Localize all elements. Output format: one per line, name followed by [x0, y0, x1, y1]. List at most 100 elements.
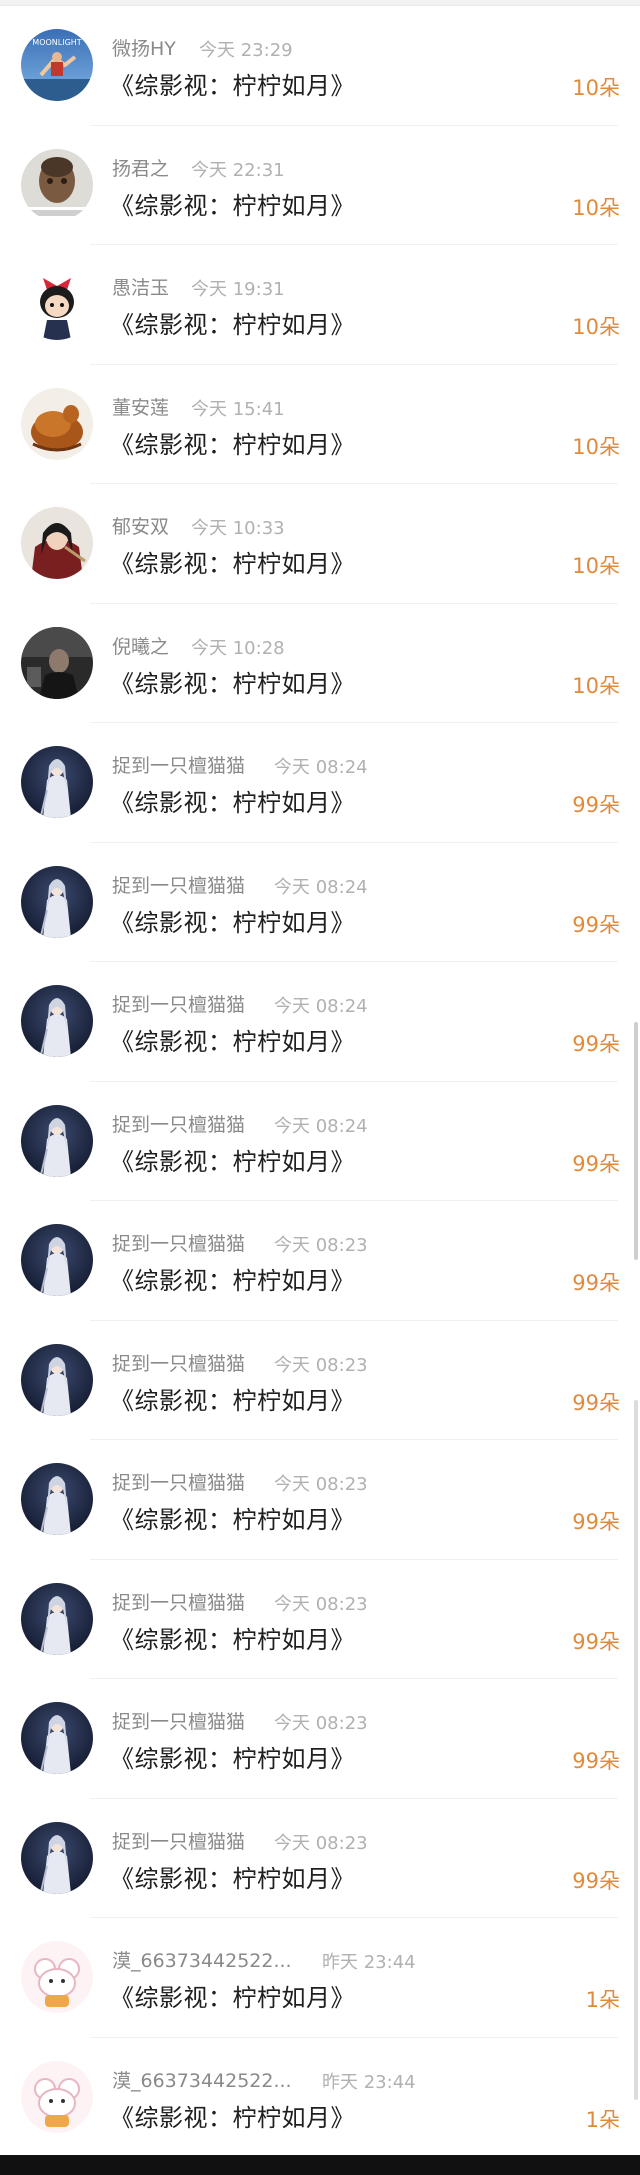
- user-name[interactable]: 捉到一只檀猫猫: [112, 1827, 245, 1854]
- avatar[interactable]: [21, 1582, 93, 1655]
- user-name[interactable]: 漠_66373442522...: [112, 1946, 292, 1973]
- scrollbar-thumb[interactable]: [634, 1022, 638, 1260]
- list-item[interactable]: 郁安双 今天 10:33 《综影视：柠柠如月》 10朵: [0, 484, 640, 604]
- book-title[interactable]: 《综影视：柠柠如月》: [110, 1142, 355, 1177]
- user-name[interactable]: 董安莲: [112, 393, 169, 420]
- white-robe-avatar-icon: [21, 985, 93, 1057]
- scrollbar-track[interactable]: [634, 1400, 638, 2100]
- avatar[interactable]: MOONLIGHT: [21, 29, 93, 101]
- avatar[interactable]: [21, 865, 93, 938]
- avatar[interactable]: [21, 1224, 93, 1296]
- book-title[interactable]: 《综影视：柠柠如月》: [110, 1381, 355, 1416]
- flower-amount: 1朵: [585, 1988, 620, 2012]
- timestamp: 今天 22:31: [191, 159, 285, 181]
- white-robe-avatar-icon: [21, 746, 93, 818]
- avatar[interactable]: [21, 507, 93, 579]
- list-item[interactable]: 漠_66373442522... 昨天 23:44 《综影视：柠柠如月》 1朵: [0, 2038, 640, 2157]
- book-title[interactable]: 《综影视：柠柠如月》: [110, 1739, 355, 1774]
- user-name[interactable]: 捉到一只檀猫猫: [112, 1707, 245, 1734]
- avatar[interactable]: [21, 1463, 93, 1535]
- timestamp: 今天 08:23: [274, 1713, 368, 1734]
- list-item[interactable]: 捉到一只檀猫猫 今天 08:23 《综影视：柠柠如月》 99朵: [0, 1321, 640, 1440]
- user-name[interactable]: 捉到一只檀猫猫: [112, 1110, 245, 1137]
- avatar[interactable]: [21, 626, 93, 699]
- user-name[interactable]: 捉到一只檀猫猫: [112, 1468, 245, 1495]
- timestamp: 今天 10:28: [191, 637, 285, 659]
- avatar[interactable]: [21, 148, 93, 221]
- white-robe-avatar-icon: [21, 1104, 93, 1177]
- avatar[interactable]: [21, 1821, 93, 1894]
- avatar[interactable]: [21, 1104, 93, 1177]
- list-item[interactable]: 扬君之 今天 22:31 《综影视：柠柠如月》 10朵: [0, 126, 640, 245]
- user-name[interactable]: 捉到一只檀猫猫: [112, 1588, 245, 1615]
- list-item[interactable]: 捉到一只檀猫猫 今天 08:24 《综影视：柠柠如月》 99朵: [0, 843, 640, 962]
- avatar[interactable]: [21, 1941, 93, 2013]
- list-item[interactable]: 捉到一只檀猫猫 今天 08:24 《综影视：柠柠如月》 99朵: [0, 962, 640, 1082]
- timestamp: 昨天 23:44: [322, 1952, 416, 1973]
- book-title[interactable]: 《综影视：柠柠如月》: [110, 903, 355, 938]
- timestamp: 今天 15:41: [191, 398, 285, 420]
- flower-amount: 99朵: [572, 1390, 620, 1415]
- timestamp: 今天 08:23: [274, 1832, 368, 1854]
- flower-amount: 99朵: [572, 1032, 620, 1056]
- user-name[interactable]: 愚洁玉: [112, 273, 169, 300]
- avatar[interactable]: [21, 985, 93, 1057]
- book-title[interactable]: 《综影视：柠柠如月》: [110, 186, 355, 221]
- statue-avatar-icon: [21, 148, 93, 221]
- user-name[interactable]: 捉到一只檀猫猫: [112, 1229, 245, 1256]
- white-robe-avatar-icon: [21, 1463, 93, 1535]
- list-item[interactable]: 捉到一只檀猫猫 今天 08:24 《综影视：柠柠如月》 99朵: [0, 1082, 640, 1201]
- flower-amount: 99朵: [572, 1749, 620, 1773]
- book-title[interactable]: 《综影视：柠柠如月》: [110, 1978, 355, 2013]
- list-item[interactable]: 愚洁玉 今天 19:31 《综影视：柠柠如月》 10朵: [0, 245, 640, 365]
- timestamp: 今天 08:24: [274, 757, 368, 778]
- book-title[interactable]: 《综影视：柠柠如月》: [110, 66, 355, 101]
- avatar[interactable]: [21, 2060, 93, 2133]
- white-robe-avatar-icon: [21, 1702, 93, 1774]
- list-item[interactable]: 董安莲 今天 15:41 《综影视：柠柠如月》 10朵: [0, 365, 640, 484]
- user-name[interactable]: 郁安双: [112, 512, 169, 539]
- list-item[interactable]: MOONLIGHT 微扬HY 今天 23:29 《综影视：柠柠如月》 10朵: [0, 6, 640, 126]
- timestamp: 今天 08:23: [274, 1593, 368, 1615]
- timestamp: 今天 08:23: [274, 1474, 368, 1495]
- book-title[interactable]: 《综影视：柠柠如月》: [110, 305, 355, 340]
- timestamp: 今天 08:23: [274, 1235, 368, 1256]
- book-title[interactable]: 《综影视：柠柠如月》: [110, 544, 355, 579]
- white-robe-avatar-icon: [21, 1582, 93, 1655]
- user-name[interactable]: 捉到一只檀猫猫: [112, 1349, 245, 1376]
- list-item[interactable]: 捉到一只檀猫猫 今天 08:23 《综影视：柠柠如月》 99朵: [0, 1799, 640, 1918]
- list-item[interactable]: 捉到一只檀猫猫 今天 08:23 《综影视：柠柠如月》 99朵: [0, 1201, 640, 1321]
- list-item[interactable]: 捉到一只檀猫猫 今天 08:23 《综影视：柠柠如月》 99朵: [0, 1560, 640, 1679]
- book-title[interactable]: 《综影视：柠柠如月》: [110, 2098, 355, 2133]
- book-title[interactable]: 《综影视：柠柠如月》: [110, 425, 355, 460]
- user-name[interactable]: 扬君之: [112, 154, 169, 181]
- list-item[interactable]: 捉到一只檀猫猫 今天 08:23 《综影视：柠柠如月》 99朵: [0, 1679, 640, 1799]
- book-title[interactable]: 《综影视：柠柠如月》: [110, 783, 355, 818]
- list-item[interactable]: 捉到一只檀猫猫 今天 08:23 《综影视：柠柠如月》 99朵: [0, 1440, 640, 1560]
- timestamp: 今天 19:31: [191, 279, 285, 300]
- cartoon-sheep-avatar-icon: [21, 2060, 93, 2133]
- book-title[interactable]: 《综影视：柠柠如月》: [110, 1859, 355, 1894]
- user-name[interactable]: 微扬HY: [112, 34, 176, 61]
- book-title[interactable]: 《综影视：柠柠如月》: [110, 664, 355, 699]
- avatar[interactable]: [21, 1343, 93, 1416]
- user-name[interactable]: 捉到一只檀猫猫: [112, 990, 245, 1017]
- user-name[interactable]: 捉到一只檀猫猫: [112, 871, 245, 898]
- book-title[interactable]: 《综影视：柠柠如月》: [110, 1022, 355, 1057]
- user-name[interactable]: 漠_66373442522...: [112, 2066, 292, 2093]
- list-item[interactable]: 捉到一只檀猫猫 今天 08:24 《综影视：柠柠如月》 99朵: [0, 723, 640, 843]
- avatar[interactable]: [21, 746, 93, 818]
- witch-girl-avatar-icon: [21, 268, 93, 340]
- bottom-edge: [0, 2155, 640, 2175]
- list-item[interactable]: 漠_66373442522... 昨天 23:44 《综影视：柠柠如月》 1朵: [0, 1918, 640, 2038]
- book-title[interactable]: 《综影视：柠柠如月》: [110, 1261, 355, 1296]
- user-name[interactable]: 倪曦之: [112, 632, 169, 659]
- avatar[interactable]: [21, 1702, 93, 1774]
- list-item[interactable]: 倪曦之 今天 10:28 《综影视：柠柠如月》 10朵: [0, 604, 640, 723]
- user-name[interactable]: 捉到一只檀猫猫: [112, 751, 245, 778]
- avatar[interactable]: [21, 387, 93, 460]
- book-title[interactable]: 《综影视：柠柠如月》: [110, 1620, 355, 1655]
- drama-character-avatar-icon: [21, 507, 93, 579]
- book-title[interactable]: 《综影视：柠柠如月》: [110, 1500, 355, 1535]
- avatar[interactable]: [21, 268, 93, 340]
